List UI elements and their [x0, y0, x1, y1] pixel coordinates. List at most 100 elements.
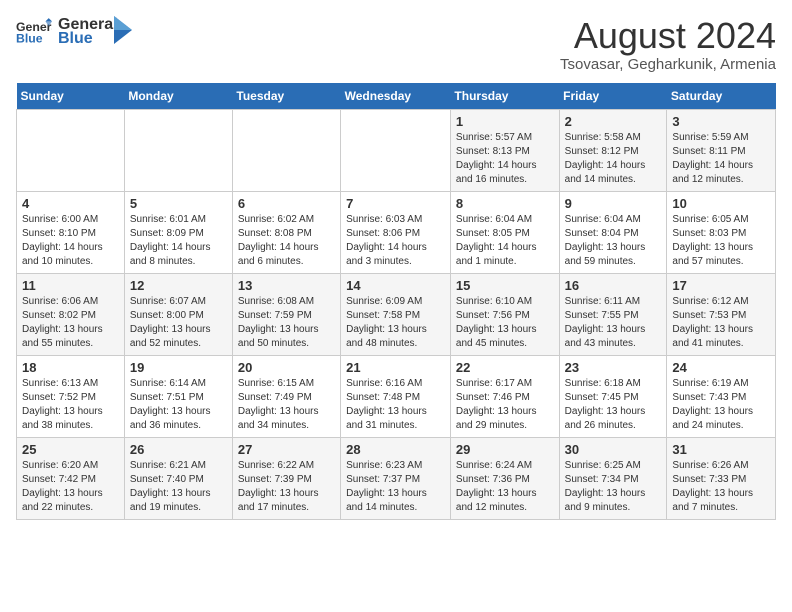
- calendar-table: SundayMondayTuesdayWednesdayThursdayFrid…: [16, 83, 776, 520]
- day-info: Sunrise: 6:01 AM Sunset: 8:09 PM Dayligh…: [130, 213, 227, 269]
- col-header-thursday: Thursday: [450, 83, 559, 110]
- day-info: Sunrise: 6:00 AM Sunset: 8:10 PM Dayligh…: [22, 213, 119, 269]
- day-number: 7: [346, 196, 445, 211]
- day-number: 28: [346, 442, 445, 457]
- day-info: Sunrise: 6:25 AM Sunset: 7:34 PM Dayligh…: [565, 459, 662, 515]
- logo-triangle-icon: [114, 16, 132, 44]
- day-info: Sunrise: 6:12 AM Sunset: 7:53 PM Dayligh…: [672, 295, 770, 351]
- page-header: General Blue General Blue August 2024 Ts…: [16, 16, 776, 73]
- calendar-cell: 16Sunrise: 6:11 AM Sunset: 7:55 PM Dayli…: [559, 273, 667, 355]
- calendar-cell: 8 Sunrise: 6:04 AM Sunset: 8:05 PM Daylig…: [450, 191, 559, 273]
- calendar-cell: 22 Sunrise: 6:17 AM Sunset: 7:46 PM Dayli…: [450, 355, 559, 437]
- day-number: 30: [565, 442, 662, 457]
- calendar-cell: 25 Sunrise: 6:20 AM Sunset: 7:42 PM Dayli…: [17, 437, 125, 519]
- day-info: Sunrise: 6:18 AM Sunset: 7:45 PM Dayligh…: [565, 377, 662, 433]
- day-number: 12: [130, 278, 227, 293]
- day-number: 6: [238, 196, 335, 211]
- calendar-cell: 9 Sunrise: 6:04 AM Sunset: 8:04 PM Daylig…: [559, 191, 667, 273]
- calendar-week-row: 11 Sunrise: 6:06 AM Sunset: 8:02 PM Dayli…: [17, 273, 776, 355]
- day-number: 19: [130, 360, 227, 375]
- day-info: Sunrise: 6:22 AM Sunset: 7:39 PM Dayligh…: [238, 459, 335, 515]
- day-number: 5: [130, 196, 227, 211]
- day-number: 17: [672, 278, 770, 293]
- day-number: 14: [346, 278, 445, 293]
- calendar-cell: 30 Sunrise: 6:25 AM Sunset: 7:34 PM Dayli…: [559, 437, 667, 519]
- day-info: Sunrise: 6:03 AM Sunset: 8:06 PM Dayligh…: [346, 213, 445, 269]
- calendar-cell: 6 Sunrise: 6:02 AM Sunset: 8:08 PM Daylig…: [232, 191, 340, 273]
- day-info: Sunrise: 6:05 AM Sunset: 8:03 PM Dayligh…: [672, 213, 770, 269]
- day-info: Sunrise: 6:06 AM Sunset: 8:02 PM Dayligh…: [22, 295, 119, 351]
- day-info: Sunrise: 6:17 AM Sunset: 7:46 PM Dayligh…: [456, 377, 554, 433]
- day-info: Sunrise: 6:08 AM Sunset: 7:59 PM Dayligh…: [238, 295, 335, 351]
- day-info: Sunrise: 6:24 AM Sunset: 7:36 PM Dayligh…: [456, 459, 554, 515]
- calendar-cell: 7 Sunrise: 6:03 AM Sunset: 8:06 PM Daylig…: [341, 191, 451, 273]
- day-number: 11: [22, 278, 119, 293]
- day-number: 24: [672, 360, 770, 375]
- calendar-cell: 24 Sunrise: 6:19 AM Sunset: 7:43 PM Dayli…: [667, 355, 776, 437]
- calendar-cell: 20 Sunrise: 6:15 AM Sunset: 7:49 PM Dayli…: [232, 355, 340, 437]
- day-info: Sunrise: 6:04 AM Sunset: 8:05 PM Dayligh…: [456, 213, 554, 269]
- day-info: Sunrise: 5:57 AM Sunset: 8:13 PM Dayligh…: [456, 131, 554, 187]
- day-number: 20: [238, 360, 335, 375]
- calendar-cell: [232, 109, 340, 191]
- day-info: Sunrise: 6:09 AM Sunset: 7:58 PM Dayligh…: [346, 295, 445, 351]
- day-number: 25: [22, 442, 119, 457]
- calendar-header-row: SundayMondayTuesdayWednesdayThursdayFrid…: [17, 83, 776, 110]
- day-number: 15: [456, 278, 554, 293]
- day-info: Sunrise: 6:20 AM Sunset: 7:42 PM Dayligh…: [22, 459, 119, 515]
- day-info: Sunrise: 5:58 AM Sunset: 8:12 PM Dayligh…: [565, 131, 662, 187]
- calendar-cell: 23Sunrise: 6:18 AM Sunset: 7:45 PM Dayli…: [559, 355, 667, 437]
- col-header-saturday: Saturday: [667, 83, 776, 110]
- page-title: August 2024: [560, 16, 776, 56]
- day-number: 8: [456, 196, 554, 211]
- calendar-week-row: 25 Sunrise: 6:20 AM Sunset: 7:42 PM Dayli…: [17, 437, 776, 519]
- day-info: Sunrise: 6:14 AM Sunset: 7:51 PM Dayligh…: [130, 377, 227, 433]
- calendar-cell: 21Sunrise: 6:16 AM Sunset: 7:48 PM Dayli…: [341, 355, 451, 437]
- col-header-monday: Monday: [124, 83, 232, 110]
- day-info: Sunrise: 6:13 AM Sunset: 7:52 PM Dayligh…: [22, 377, 119, 433]
- day-number: 10: [672, 196, 770, 211]
- logo-icon: General Blue: [16, 18, 52, 46]
- calendar-cell: 29Sunrise: 6:24 AM Sunset: 7:36 PM Dayli…: [450, 437, 559, 519]
- calendar-cell: 2 Sunrise: 5:58 AM Sunset: 8:12 PM Daylig…: [559, 109, 667, 191]
- day-number: 13: [238, 278, 335, 293]
- col-header-friday: Friday: [559, 83, 667, 110]
- calendar-cell: 12 Sunrise: 6:07 AM Sunset: 8:00 PM Dayli…: [124, 273, 232, 355]
- calendar-week-row: 4 Sunrise: 6:00 AM Sunset: 8:10 PM Daylig…: [17, 191, 776, 273]
- calendar-cell: 10 Sunrise: 6:05 AM Sunset: 8:03 PM Dayli…: [667, 191, 776, 273]
- calendar-cell: 5 Sunrise: 6:01 AM Sunset: 8:09 PM Daylig…: [124, 191, 232, 273]
- svg-text:Blue: Blue: [16, 32, 43, 46]
- day-info: Sunrise: 6:04 AM Sunset: 8:04 PM Dayligh…: [565, 213, 662, 269]
- calendar-cell: 11 Sunrise: 6:06 AM Sunset: 8:02 PM Dayli…: [17, 273, 125, 355]
- title-block: August 2024 Tsovasar, Gegharkunik, Armen…: [560, 16, 776, 73]
- day-info: Sunrise: 6:15 AM Sunset: 7:49 PM Dayligh…: [238, 377, 335, 433]
- day-info: Sunrise: 6:07 AM Sunset: 8:00 PM Dayligh…: [130, 295, 227, 351]
- day-number: 2: [565, 114, 662, 129]
- calendar-cell: [124, 109, 232, 191]
- calendar-cell: 27 Sunrise: 6:22 AM Sunset: 7:39 PM Dayli…: [232, 437, 340, 519]
- calendar-cell: 17 Sunrise: 6:12 AM Sunset: 7:53 PM Dayli…: [667, 273, 776, 355]
- day-info: Sunrise: 6:02 AM Sunset: 8:08 PM Dayligh…: [238, 213, 335, 269]
- calendar-cell: [341, 109, 451, 191]
- day-info: Sunrise: 6:23 AM Sunset: 7:37 PM Dayligh…: [346, 459, 445, 515]
- day-info: Sunrise: 6:21 AM Sunset: 7:40 PM Dayligh…: [130, 459, 227, 515]
- calendar-week-row: 18 Sunrise: 6:13 AM Sunset: 7:52 PM Dayli…: [17, 355, 776, 437]
- day-number: 18: [22, 360, 119, 375]
- page-subtitle: Tsovasar, Gegharkunik, Armenia: [560, 56, 776, 73]
- logo: General Blue General Blue: [16, 16, 132, 48]
- day-number: 27: [238, 442, 335, 457]
- calendar-week-row: 1Sunrise: 5:57 AM Sunset: 8:13 PM Daylig…: [17, 109, 776, 191]
- day-number: 4: [22, 196, 119, 211]
- day-info: Sunrise: 5:59 AM Sunset: 8:11 PM Dayligh…: [672, 131, 770, 187]
- day-number: 31: [672, 442, 770, 457]
- day-info: Sunrise: 6:11 AM Sunset: 7:55 PM Dayligh…: [565, 295, 662, 351]
- day-number: 22: [456, 360, 554, 375]
- day-info: Sunrise: 6:26 AM Sunset: 7:33 PM Dayligh…: [672, 459, 770, 515]
- col-header-sunday: Sunday: [17, 83, 125, 110]
- calendar-cell: 19 Sunrise: 6:14 AM Sunset: 7:51 PM Dayli…: [124, 355, 232, 437]
- day-number: 9: [565, 196, 662, 211]
- day-info: Sunrise: 6:16 AM Sunset: 7:48 PM Dayligh…: [346, 377, 445, 433]
- calendar-cell: 18 Sunrise: 6:13 AM Sunset: 7:52 PM Dayli…: [17, 355, 125, 437]
- calendar-cell: 14 Sunrise: 6:09 AM Sunset: 7:58 PM Dayli…: [341, 273, 451, 355]
- day-info: Sunrise: 6:19 AM Sunset: 7:43 PM Dayligh…: [672, 377, 770, 433]
